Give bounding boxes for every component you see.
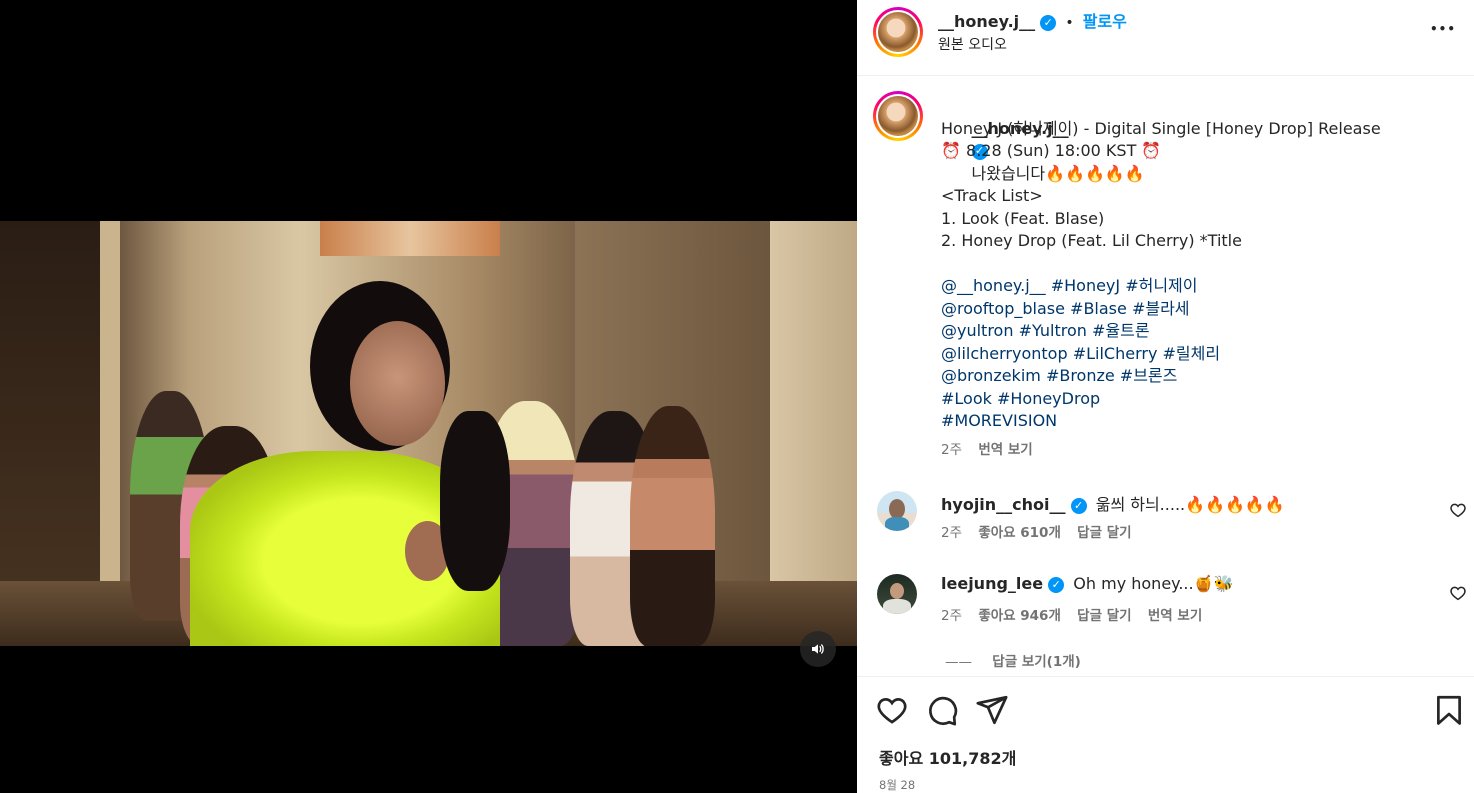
caption-line: <Track List> — [941, 186, 1043, 205]
comment-username[interactable]: leejung_lee — [941, 574, 1043, 593]
comment-text: 욺씌 하늬.....🔥🔥🔥🔥🔥 — [1095, 495, 1285, 514]
comment-text: Oh my honey...🍯🐝 — [1073, 574, 1234, 593]
action-bar: 좋아요 101,782개 8월 28 — [857, 676, 1474, 793]
caption-meta: 2주 번역 보기 — [941, 439, 1461, 462]
follow-button[interactable]: 팔로우 — [1083, 12, 1127, 31]
author-avatar[interactable] — [873, 7, 923, 57]
verified-icon: ✓ — [1040, 14, 1057, 31]
dancer-right — [630, 406, 715, 646]
video-tiles — [320, 221, 500, 256]
post-date[interactable]: 8월 28 — [879, 777, 915, 793]
caption-tag-line[interactable]: #Look #HoneyDrop — [941, 388, 1461, 411]
video-frame — [0, 221, 857, 646]
caption-first-line: __honey.j__ ✓ 나왔습니다🔥🔥🔥🔥🔥 — [941, 95, 1461, 183]
replies-dash: —— — [945, 654, 972, 670]
caption: __honey.j__ ✓ 나왔습니다🔥🔥🔥🔥🔥 Honey J (허니제이) … — [941, 95, 1461, 461]
caption-line: Honey J (허니제이) - Digital Single [Honey D… — [941, 118, 1381, 138]
caption-tag-line[interactable]: @__honey.j__ #HoneyJ #허니제이 — [941, 275, 1461, 298]
heart-icon[interactable] — [1449, 584, 1467, 602]
comment-time[interactable]: 2주 — [941, 525, 962, 541]
comment-likes[interactable]: 좋아요 946개 — [978, 608, 1061, 624]
verified-icon: ✓ — [1070, 497, 1087, 514]
caption-line — [941, 253, 1461, 276]
more-icon[interactable]: ••• — [1430, 22, 1456, 36]
like-count[interactable]: 좋아요 101,782개 — [879, 745, 1016, 769]
header-title-row: __honey.j__ ✓ • 팔로우 — [938, 8, 1127, 32]
audio-label[interactable]: 원본 오디오 — [938, 34, 1007, 54]
bookmark-icon[interactable] — [1432, 693, 1466, 727]
comment-reply-button[interactable]: 답글 달기 — [1077, 608, 1131, 624]
comment-meta: 2주 좋아요 610개 답글 달기 — [941, 521, 1132, 541]
comment-icon[interactable] — [925, 693, 959, 727]
verified-icon: ✓ — [1048, 576, 1065, 593]
lead-dancer-face — [350, 321, 445, 446]
comment-body: hyojin__choi__ ✓ 욺씌 하늬.....🔥🔥🔥🔥🔥 — [941, 491, 1285, 515]
caption-line: 2. Honey Drop (Feat. Lil Cherry) *Title — [941, 231, 1242, 250]
caption-tag-line[interactable]: @bronzekim #Bronze #브론즈 — [941, 365, 1461, 388]
share-icon[interactable] — [975, 693, 1009, 727]
post-header: __honey.j__ ✓ • 팔로우 원본 오디오 ••• — [857, 0, 1474, 76]
comment-likes[interactable]: 좋아요 610개 — [978, 525, 1061, 541]
comment-body: leejung_lee ✓ Oh my honey...🍯🐝 — [941, 574, 1233, 593]
comment-translate-link[interactable]: 번역 보기 — [1148, 608, 1202, 624]
comment-item: leejung_lee ✓ Oh my honey...🍯🐝 2주 좋아요 94… — [877, 574, 1467, 624]
commenter-avatar[interactable] — [877, 491, 917, 531]
mute-button[interactable] — [800, 631, 836, 667]
commenter-avatar[interactable] — [877, 574, 917, 614]
speaker-icon — [812, 644, 824, 654]
comment-reply-button[interactable]: 답글 달기 — [1077, 525, 1131, 541]
caption-avatar[interactable] — [873, 91, 923, 141]
caption-tag-line[interactable]: #MOREVISION — [941, 410, 1461, 433]
caption-translate-link[interactable]: 번역 보기 — [978, 442, 1032, 458]
comment-item: hyojin__choi__ ✓ 욺씌 하늬.....🔥🔥🔥🔥🔥 2주 좋아요 … — [877, 491, 1467, 541]
comment-time[interactable]: 2주 — [941, 608, 962, 624]
author-username[interactable]: __honey.j__ — [938, 12, 1035, 31]
header-separator: • — [1065, 15, 1074, 31]
heart-icon[interactable] — [875, 693, 909, 727]
video-player[interactable] — [0, 0, 857, 793]
post-panel: __honey.j__ ✓ • 팔로우 원본 오디오 ••• __honey.j… — [857, 0, 1474, 793]
caption-tag-line[interactable]: @lilcherryontop #LilCherry #릴체리 — [941, 343, 1461, 366]
caption-tag-line[interactable]: @rooftop_blase #Blase #블라세 — [941, 298, 1461, 321]
comment-username[interactable]: hyojin__choi__ — [941, 495, 1066, 514]
replies-label: 답글 보기(1개) — [992, 654, 1081, 670]
comment-meta: 2주 좋아요 946개 답글 달기 번역 보기 — [941, 604, 1202, 624]
lead-dancer-ponytail — [440, 411, 510, 591]
caption-time[interactable]: 2주 — [941, 442, 962, 458]
caption-headline: 나왔습니다🔥🔥🔥🔥🔥 — [971, 163, 1145, 183]
caption-line: 1. Look (Feat. Blase) — [941, 208, 1105, 228]
caption-line: ⏰ 8.28 (Sun) 18:00 KST ⏰ — [941, 141, 1162, 160]
caption-tag-line[interactable]: @yultron #Yultron #율트론 — [941, 320, 1461, 343]
view-replies-button[interactable]: —— 답글 보기(1개) — [945, 650, 1081, 670]
heart-icon[interactable] — [1449, 501, 1467, 519]
